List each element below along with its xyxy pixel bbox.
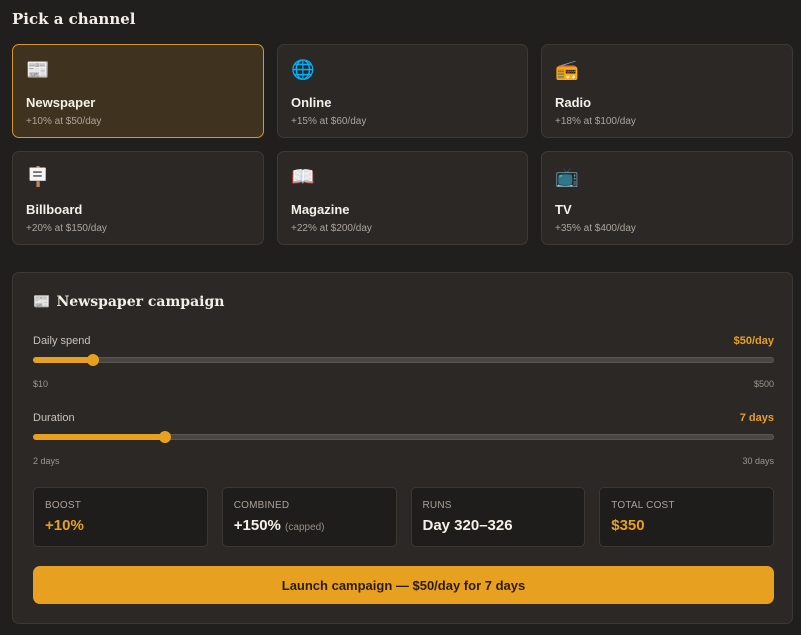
channel-detail: +15% at $60/day <box>291 116 367 127</box>
boost-value: +10% <box>45 517 84 534</box>
globe-icon: 🌐 <box>291 60 315 81</box>
combined-stat: COMBINED +150% (capped) <box>221 487 397 547</box>
channel-name: Newspaper <box>26 95 96 110</box>
combined-value-row: +150% (capped) <box>234 517 385 534</box>
combined-value: +150% <box>233 517 281 534</box>
channel-name: Radio <box>555 95 592 110</box>
duration-slider-block: Duration 7 days 2 days 30 days <box>33 412 774 472</box>
billboard-icon: 🪧 <box>26 167 50 188</box>
channel-detail: +18% at $100/day <box>555 116 636 127</box>
channel-detail: +10% at $50/day <box>26 116 102 127</box>
total-cost-label: TOTAL COST <box>611 500 675 511</box>
daily-spend-value: $50/day <box>733 335 774 347</box>
runs-value: Day 320–326 <box>422 517 513 534</box>
daily-spend-label: Daily spend <box>33 335 91 347</box>
channel-name: Billboard <box>26 202 83 217</box>
duration-min: 2 days <box>33 456 60 466</box>
boost-label: BOOST <box>45 500 82 511</box>
newspaper-icon: 📰 <box>33 294 51 310</box>
channel-card-tv[interactable]: 📺 TV +35% at $400/day <box>541 151 793 245</box>
daily-spend-min: $10 <box>33 379 49 389</box>
daily-spend-thumb[interactable] <box>87 354 99 366</box>
book-icon: 📖 <box>291 167 315 188</box>
channel-card-magazine[interactable]: 📖 Magazine +22% at $200/day <box>277 151 528 245</box>
duration-thumb[interactable] <box>159 431 171 443</box>
channel-card-radio[interactable]: 📻 Radio +18% at $100/day <box>541 44 793 138</box>
newspaper-icon: 📰 <box>26 60 50 81</box>
campaign-stats: BOOST +10% COMBINED +150% (capped) RUNS … <box>33 487 774 547</box>
channel-card-billboard[interactable]: 🪧 Billboard +20% at $150/day <box>12 151 264 245</box>
daily-spend-fill <box>33 357 93 363</box>
duration-fill <box>33 434 165 440</box>
total-cost-value: $350 <box>611 517 645 534</box>
channel-card-online[interactable]: 🌐 Online +15% at $60/day <box>277 44 528 138</box>
channel-grid: 📰 Newspaper +10% at $50/day 🌐 Online +15… <box>12 44 793 245</box>
tv-icon: 📺 <box>555 167 579 188</box>
total-cost-stat: TOTAL COST $350 <box>599 487 774 547</box>
combined-note: (capped) <box>285 522 325 533</box>
radio-icon: 📻 <box>555 60 579 81</box>
channel-picker-page: Pick a channel 📰 Newspaper +10% at $50/d… <box>0 0 801 635</box>
duration-slider[interactable] <box>33 431 774 443</box>
combined-label: COMBINED <box>233 500 290 511</box>
campaign-title-text: Newspaper campaign <box>56 294 225 310</box>
daily-spend-slider[interactable] <box>33 354 774 366</box>
channel-card-newspaper[interactable]: 📰 Newspaper +10% at $50/day <box>12 44 264 138</box>
channel-name: Online <box>291 95 332 110</box>
daily-spend-max: $500 <box>753 379 774 389</box>
channel-detail: +35% at $400/day <box>555 223 636 234</box>
runs-stat: RUNS Day 320–326 <box>410 487 586 547</box>
boost-stat: BOOST +10% <box>33 487 208 547</box>
duration-max: 30 days <box>742 456 774 466</box>
runs-label: RUNS <box>422 500 452 511</box>
channel-name: Magazine <box>291 202 350 217</box>
channel-name: TV <box>555 202 572 217</box>
daily-spend-slider-block: Daily spend $50/day $10 $500 <box>33 335 774 395</box>
campaign-title: 📰 Newspaper campaign <box>33 294 224 310</box>
duration-value: 7 days <box>739 412 774 424</box>
channel-detail: +20% at $150/day <box>26 223 107 234</box>
launch-campaign-button[interactable]: Launch campaign — $50/day for 7 days <box>33 566 774 604</box>
duration-label: Duration <box>33 412 75 424</box>
page-title: Pick a channel <box>12 10 136 28</box>
campaign-panel: 📰 Newspaper campaign Daily spend $50/day… <box>12 272 793 624</box>
channel-detail: +22% at $200/day <box>291 223 372 234</box>
